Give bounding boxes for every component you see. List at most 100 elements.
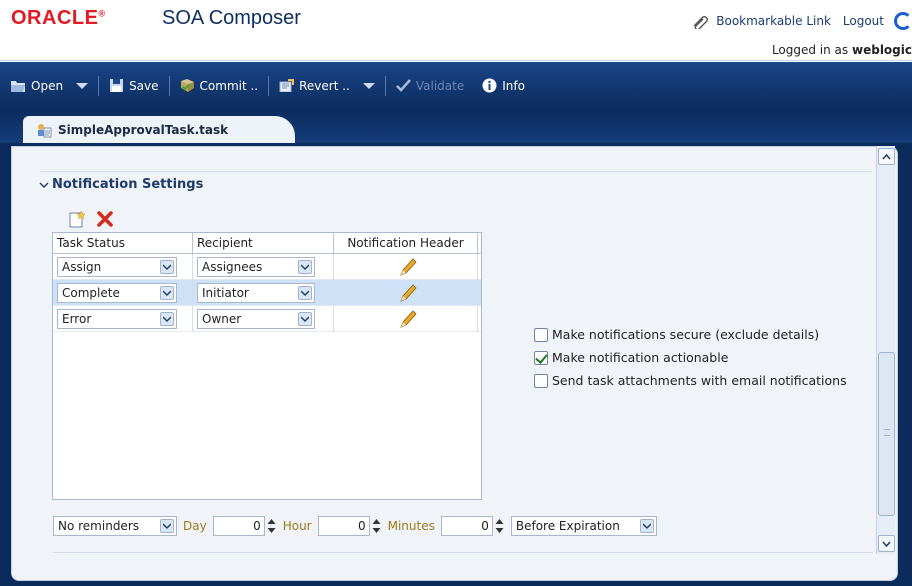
notification-options: Make notifications secure (exclude detai… xyxy=(534,323,847,392)
actionable-notification-checkbox[interactable] xyxy=(534,350,548,365)
table-row[interactable]: Complete Initiator xyxy=(53,279,481,306)
hour-label: Hour xyxy=(282,519,312,533)
day-label: Day xyxy=(183,519,207,533)
section-divider xyxy=(53,552,873,553)
section-title: Notification Settings xyxy=(52,177,204,192)
recipient-select[interactable]: Owner xyxy=(197,308,315,329)
recipient-select[interactable]: Initiator xyxy=(197,282,315,303)
dropdown-arrow-icon xyxy=(298,311,312,326)
grip-icon xyxy=(884,429,890,436)
save-disk-icon xyxy=(110,79,124,92)
task-status-cell: Assign xyxy=(53,253,193,280)
notifications-table: Task Status Recipient Notification Heade… xyxy=(52,232,482,500)
pencil-icon[interactable] xyxy=(397,257,419,277)
notification-settings-header[interactable]: Notification Settings xyxy=(39,177,203,192)
info-button[interactable]: Info xyxy=(482,78,525,93)
toolbar-separator xyxy=(384,75,386,96)
delete-icon[interactable] xyxy=(96,210,114,228)
chevron-down-icon xyxy=(39,182,49,188)
dropdown-arrow-icon xyxy=(160,285,174,300)
task-status-select[interactable]: Assign xyxy=(57,256,177,277)
column-header-recipient[interactable]: Recipient xyxy=(193,233,334,254)
task-status-select[interactable]: Complete xyxy=(57,282,177,303)
recipient-cell: Assignees xyxy=(193,253,334,280)
reminder-mode-select[interactable]: No reminders xyxy=(53,516,177,536)
open-button[interactable]: Open xyxy=(11,78,89,93)
commit-button[interactable]: Commit .. xyxy=(180,79,258,93)
relative-to-select[interactable]: Before Expiration xyxy=(510,516,657,536)
app-header: ORACLE® SOA Composer Bookmarkable Link L… xyxy=(0,0,912,62)
pencil-icon[interactable] xyxy=(397,283,419,303)
task-status-cell: Complete xyxy=(53,279,193,306)
info-icon xyxy=(482,78,497,93)
add-row-icon[interactable] xyxy=(68,210,86,228)
table-actions xyxy=(68,210,114,228)
chevron-down-icon[interactable] xyxy=(76,82,89,89)
info-label: Info xyxy=(502,78,525,93)
task-status-value: Complete xyxy=(62,285,120,300)
hour-input[interactable]: 0 xyxy=(317,516,370,536)
option-label: Make notification actionable xyxy=(552,350,729,365)
toolbar-separator xyxy=(268,75,270,96)
main-toolbar: Open Save Commit .. Revert .. Validate I… xyxy=(0,62,912,109)
recipient-cell: Owner xyxy=(193,305,334,332)
dropdown-arrow-icon xyxy=(298,259,312,274)
product-title: SOA Composer xyxy=(162,7,301,29)
revert-button[interactable]: Revert .. xyxy=(279,79,375,93)
option-label: Make notifications secure (exclude detai… xyxy=(552,327,820,342)
save-label: Save xyxy=(129,78,159,93)
recipient-cell: Initiator xyxy=(193,279,334,306)
section-divider xyxy=(40,171,872,172)
open-label: Open xyxy=(31,78,64,93)
task-icon xyxy=(38,123,52,137)
table-row[interactable]: Assign Assignees xyxy=(53,253,481,280)
reminder-mode-value: No reminders xyxy=(58,519,139,533)
toolbar-separator xyxy=(168,75,170,96)
vertical-scrollbar[interactable] xyxy=(876,146,895,554)
validate-label: Validate xyxy=(415,78,465,93)
oracle-logo: ORACLE® xyxy=(11,7,106,29)
validate-button[interactable]: Validate xyxy=(395,78,465,93)
column-header-task-status[interactable]: Task Status xyxy=(53,233,193,254)
secure-notifications-option[interactable]: Make notifications secure (exclude detai… xyxy=(534,323,847,346)
dropdown-arrow-icon xyxy=(298,285,312,300)
pencil-icon[interactable] xyxy=(397,309,419,329)
chevron-down-icon[interactable] xyxy=(362,82,375,89)
hour-stepper[interactable] xyxy=(371,516,382,536)
bookmarkable-link[interactable]: Bookmarkable Link xyxy=(716,14,831,28)
task-status-cell: Error xyxy=(53,305,193,332)
checkmark-icon xyxy=(395,79,411,92)
spinner-icon xyxy=(894,12,912,30)
table-row[interactable]: Error Owner xyxy=(53,305,481,332)
toolbar-separator xyxy=(98,75,100,96)
commit-icon xyxy=(180,79,194,92)
scroll-down-icon[interactable] xyxy=(878,535,895,552)
save-button[interactable]: Save xyxy=(109,78,159,93)
revert-icon xyxy=(279,79,295,92)
header-divider xyxy=(0,60,912,61)
attachments-checkbox[interactable] xyxy=(534,373,548,388)
tab-label: SimpleApprovalTask.task xyxy=(58,122,229,137)
secure-notifications-checkbox[interactable] xyxy=(534,327,548,342)
minutes-input[interactable]: 0 xyxy=(440,516,493,536)
day-input[interactable]: 0 xyxy=(212,516,265,536)
tab-simple-approval-task[interactable]: SimpleApprovalTask.task xyxy=(23,116,295,143)
recipient-value: Owner xyxy=(202,311,242,326)
logged-in-status: Logged in as weblogic xyxy=(772,43,912,57)
actionable-notification-option[interactable]: Make notification actionable xyxy=(534,346,847,369)
day-stepper[interactable] xyxy=(266,516,277,536)
dropdown-arrow-icon xyxy=(160,519,174,533)
scroll-up-icon[interactable] xyxy=(878,148,895,165)
dropdown-arrow-icon xyxy=(160,311,174,326)
logout-link[interactable]: Logout xyxy=(843,14,884,28)
minutes-stepper[interactable] xyxy=(494,516,505,536)
scrollbar-thumb[interactable] xyxy=(878,352,895,516)
minutes-label: Minutes xyxy=(387,519,435,533)
attachments-option[interactable]: Send task attachments with email notific… xyxy=(534,369,847,392)
top-links: Bookmarkable Link Logout xyxy=(690,12,912,30)
recipient-select[interactable]: Assignees xyxy=(197,256,315,277)
revert-label: Revert .. xyxy=(299,78,350,93)
column-header-notification-header[interactable]: Notification Header xyxy=(334,233,478,254)
recipient-value: Assignees xyxy=(202,259,263,274)
task-status-select[interactable]: Error xyxy=(57,308,177,329)
